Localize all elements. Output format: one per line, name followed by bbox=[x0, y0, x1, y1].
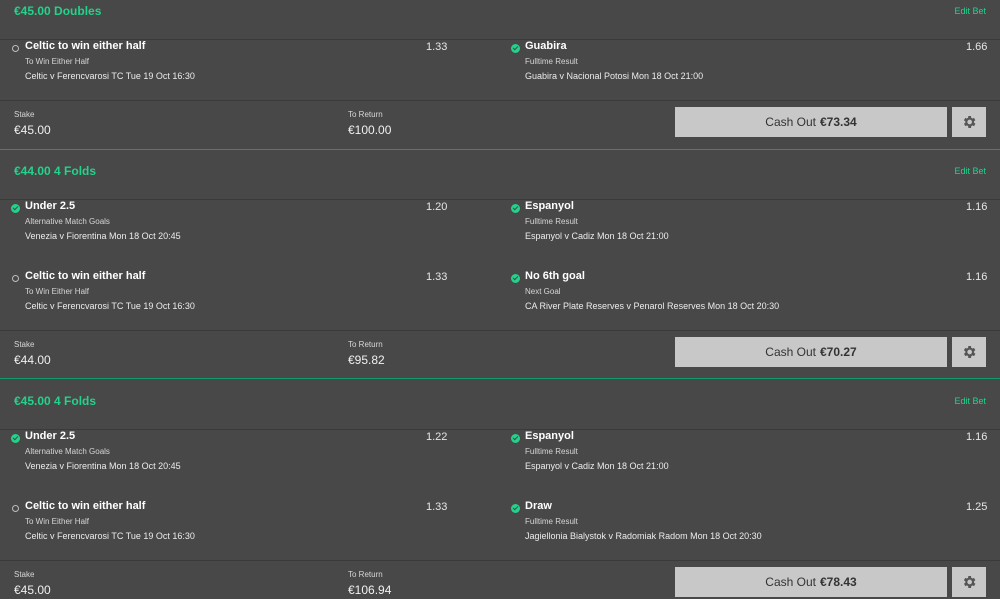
check-circle-icon bbox=[511, 204, 520, 213]
gear-icon bbox=[963, 116, 976, 128]
stake-value: €45.00 bbox=[14, 583, 51, 597]
cash-out-settings-button[interactable] bbox=[952, 567, 986, 597]
return-label: To Return bbox=[348, 110, 383, 119]
bet-divider bbox=[0, 378, 1000, 379]
leg-selection: Celtic to win either half bbox=[25, 500, 146, 512]
leg-odds: 1.33 bbox=[426, 41, 448, 53]
check-circle-icon bbox=[11, 204, 20, 213]
leg-event: CA River Plate Reserves v Penarol Reserv… bbox=[525, 301, 780, 311]
edit-bet-link[interactable]: Edit Bet bbox=[954, 166, 986, 176]
check-circle-icon bbox=[511, 44, 520, 53]
leg-selection: Espanyol bbox=[525, 430, 574, 442]
leg-event: Celtic v Ferencvarosi TC Tue 19 Oct 16:3… bbox=[25, 71, 195, 81]
bet-footer: Stake €44.00 To Return €95.82 Cash Out €7… bbox=[0, 330, 1000, 380]
stake-value: €44.00 bbox=[14, 353, 51, 367]
leg-odds: 1.33 bbox=[426, 501, 448, 513]
cash-out-button[interactable]: Cash Out €70.27 bbox=[675, 337, 947, 367]
bet-leg: Celtic to win either half To Win Either … bbox=[0, 494, 500, 564]
leg-odds: 1.22 bbox=[426, 431, 448, 443]
bet-title: €45.00 Doubles bbox=[14, 4, 102, 18]
check-circle-icon bbox=[511, 504, 520, 513]
leg-odds: 1.16 bbox=[966, 201, 988, 213]
return-value: €100.00 bbox=[348, 123, 392, 137]
leg-selection: Celtic to win either half bbox=[25, 40, 146, 52]
leg-selection: Under 2.5 bbox=[25, 430, 76, 442]
leg-selection: Under 2.5 bbox=[25, 200, 76, 212]
return-value: €106.94 bbox=[348, 583, 392, 597]
open-circle-icon bbox=[12, 275, 19, 282]
return-value: €95.82 bbox=[348, 353, 385, 367]
bet-leg: Under 2.5 Alternative Match Goals Venezi… bbox=[0, 194, 500, 264]
leg-market: To Win Either Half bbox=[25, 57, 90, 66]
gear-icon bbox=[963, 346, 976, 358]
leg-market: Next Goal bbox=[525, 287, 561, 296]
leg-event: Celtic v Ferencvarosi TC Tue 19 Oct 16:3… bbox=[25, 531, 195, 541]
bet-leg: Celtic to win either half To Win Either … bbox=[0, 34, 500, 104]
leg-market: Alternative Match Goals bbox=[25, 447, 110, 456]
leg-odds: 1.25 bbox=[966, 501, 988, 513]
leg-event: Jagiellonia Bialystok v Radomiak Radom M… bbox=[525, 531, 762, 541]
bet-title: €45.00 4 Folds bbox=[14, 394, 97, 408]
leg-market: To Win Either Half bbox=[25, 287, 90, 296]
leg-selection: Celtic to win either half bbox=[25, 270, 146, 282]
leg-selection: Guabira bbox=[525, 40, 567, 52]
cash-out-button[interactable]: Cash Out €78.43 bbox=[675, 567, 947, 597]
stake-value: €45.00 bbox=[14, 123, 51, 137]
check-circle-icon bbox=[11, 434, 20, 443]
return-label: To Return bbox=[348, 570, 383, 579]
leg-market: Fulltime Result bbox=[525, 517, 578, 526]
bet-title: €44.00 4 Folds bbox=[14, 164, 97, 178]
cash-out-value: €73.34 bbox=[820, 115, 857, 129]
stake-label: Stake bbox=[14, 110, 35, 119]
leg-event: Espanyol v Cadiz Mon 18 Oct 21:00 bbox=[525, 461, 669, 471]
leg-odds: 1.20 bbox=[426, 201, 448, 213]
leg-event: Guabira v Nacional Potosi Mon 18 Oct 21:… bbox=[525, 71, 704, 81]
leg-odds: 1.66 bbox=[966, 41, 988, 53]
bet-leg: No 6th goal Next Goal CA River Plate Res… bbox=[500, 264, 1000, 334]
bet-leg: Celtic to win either half To Win Either … bbox=[0, 264, 500, 334]
open-circle-icon bbox=[12, 505, 19, 512]
edit-bet-link[interactable]: Edit Bet bbox=[954, 6, 986, 16]
gear-icon bbox=[963, 576, 976, 588]
leg-selection: Espanyol bbox=[525, 200, 574, 212]
bet-footer: Stake €45.00 To Return €100.00 Cash Out €… bbox=[0, 100, 1000, 150]
leg-market: Alternative Match Goals bbox=[25, 217, 110, 226]
leg-event: Venezia v Fiorentina Mon 18 Oct 20:45 bbox=[25, 231, 181, 241]
leg-event: Espanyol v Cadiz Mon 18 Oct 21:00 bbox=[525, 231, 669, 241]
cash-out-label: Cash Out bbox=[765, 575, 816, 589]
cash-out-value: €78.43 bbox=[820, 575, 857, 589]
return-label: To Return bbox=[348, 340, 383, 349]
stake-label: Stake bbox=[14, 340, 35, 349]
cash-out-settings-button[interactable] bbox=[952, 337, 986, 367]
leg-selection: Draw bbox=[525, 500, 552, 512]
leg-market: Fulltime Result bbox=[525, 57, 578, 66]
edit-bet-link[interactable]: Edit Bet bbox=[954, 396, 986, 406]
cash-out-button[interactable]: Cash Out €73.34 bbox=[675, 107, 947, 137]
leg-market: To Win Either Half bbox=[25, 517, 90, 526]
bet-leg: Draw Fulltime Result Jagiellonia Bialyst… bbox=[500, 494, 1000, 564]
leg-event: Venezia v Fiorentina Mon 18 Oct 20:45 bbox=[25, 461, 181, 471]
open-circle-icon bbox=[12, 45, 19, 52]
leg-market: Fulltime Result bbox=[525, 217, 578, 226]
cash-out-label: Cash Out bbox=[765, 345, 816, 359]
bet-leg: Espanyol Fulltime Result Espanyol v Cadi… bbox=[500, 194, 1000, 264]
bet-leg: Guabira Fulltime Result Guabira v Nacion… bbox=[500, 34, 1000, 104]
leg-market: Fulltime Result bbox=[525, 447, 578, 456]
check-circle-icon bbox=[511, 434, 520, 443]
cash-out-value: €70.27 bbox=[820, 345, 857, 359]
leg-odds: 1.33 bbox=[426, 271, 448, 283]
cash-out-label: Cash Out bbox=[765, 115, 816, 129]
stake-label: Stake bbox=[14, 570, 35, 579]
check-circle-icon bbox=[511, 274, 520, 283]
cash-out-settings-button[interactable] bbox=[952, 107, 986, 137]
leg-event: Celtic v Ferencvarosi TC Tue 19 Oct 16:3… bbox=[25, 301, 195, 311]
bet-divider bbox=[0, 149, 1000, 150]
leg-selection: No 6th goal bbox=[525, 270, 585, 282]
bet-leg: Under 2.5 Alternative Match Goals Venezi… bbox=[0, 424, 500, 494]
leg-odds: 1.16 bbox=[966, 271, 988, 283]
bet-leg: Espanyol Fulltime Result Espanyol v Cadi… bbox=[500, 424, 1000, 494]
bet-footer: Stake €45.00 To Return €106.94 Cash Out €… bbox=[0, 560, 1000, 599]
leg-odds: 1.16 bbox=[966, 431, 988, 443]
